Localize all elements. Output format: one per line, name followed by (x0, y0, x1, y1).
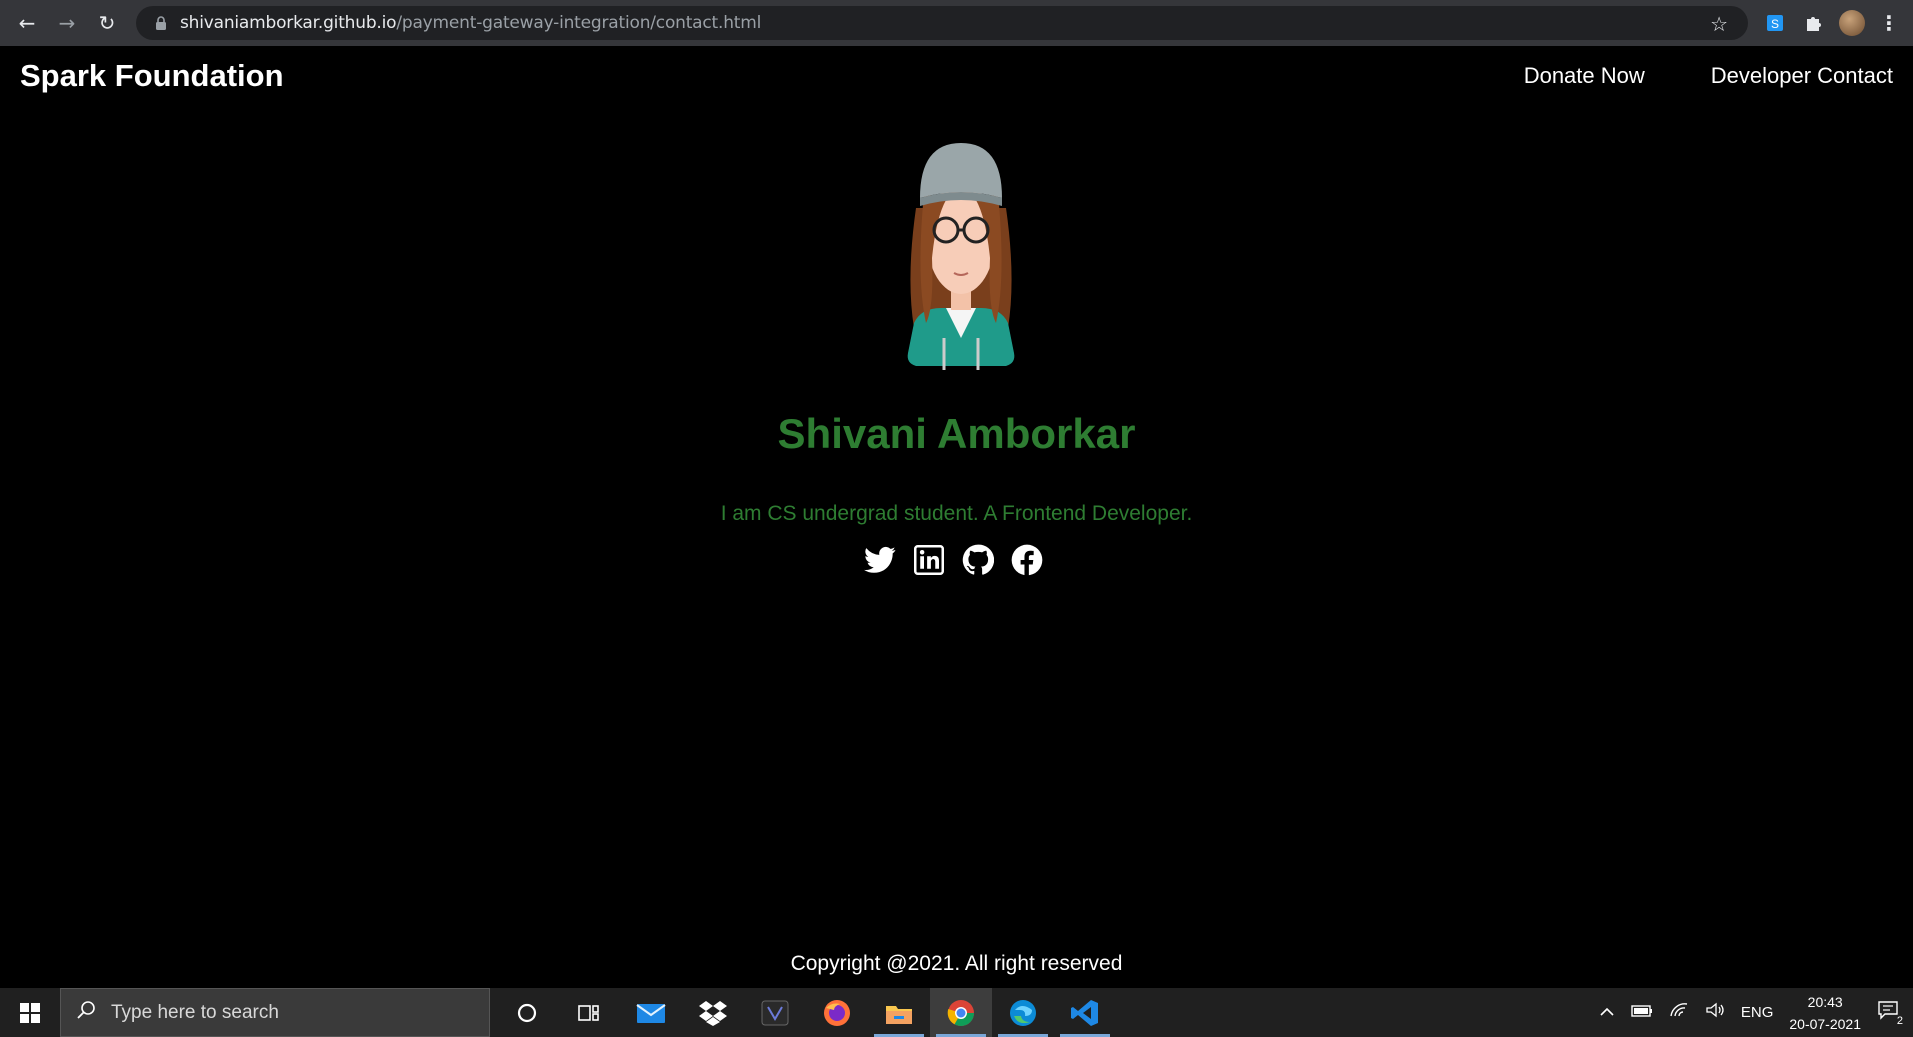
task-view-icon[interactable] (558, 988, 620, 1037)
edge-icon[interactable] (992, 988, 1054, 1037)
cortana-icon[interactable] (496, 988, 558, 1037)
facebook-icon[interactable] (1011, 544, 1043, 576)
taskbar-apps (496, 988, 1116, 1037)
notification-icon[interactable]: 2 (1877, 1000, 1905, 1027)
taskbar-search-box[interactable]: Type here to search (60, 988, 490, 1037)
forward-button[interactable]: → (50, 6, 84, 40)
firefox-icon[interactable] (806, 988, 868, 1037)
svg-text:S: S (1771, 17, 1779, 31)
lock-icon (152, 14, 170, 32)
reload-button[interactable]: ↻ (90, 6, 124, 40)
mail-icon[interactable] (620, 988, 682, 1037)
search-icon (77, 1000, 97, 1025)
puzzle-extensions-icon[interactable] (1801, 11, 1825, 35)
notification-count: 2 (1894, 1015, 1905, 1027)
system-clock[interactable]: 20:43 20-07-2021 (1789, 991, 1861, 1035)
nav-developer-contact[interactable]: Developer Contact (1711, 63, 1913, 89)
bookmark-star-icon[interactable]: ☆ (1710, 12, 1728, 36)
site-nav: Donate Now Developer Contact (1524, 63, 1913, 89)
developer-avatar (907, 143, 1015, 370)
github-icon[interactable] (962, 544, 994, 576)
social-links (864, 544, 1043, 576)
start-windows-icon[interactable] (0, 988, 60, 1037)
developer-name: Shivani Amborkar (777, 410, 1136, 457)
chrome-menu-icon[interactable]: ⋮ (1879, 11, 1899, 35)
translate-extension-icon[interactable]: S (1763, 11, 1787, 35)
clock-date: 20-07-2021 (1789, 1015, 1861, 1032)
chevron-up-icon[interactable] (1599, 1004, 1615, 1022)
windows-taskbar: Type here to search ENG 20:43 20-07-2021… (0, 988, 1913, 1037)
linkedin-icon[interactable] (913, 544, 945, 576)
address-bar[interactable]: shivaniamborkar.github.io/payment-gatewa… (136, 6, 1748, 40)
predator-icon[interactable] (744, 988, 806, 1037)
dropbox-icon[interactable] (682, 988, 744, 1037)
browser-toolbar: ← → ↻ shivaniamborkar.github.io/payment-… (0, 0, 1913, 46)
brand-logo-text[interactable]: Spark Foundation (20, 58, 284, 94)
vscode-icon[interactable] (1054, 988, 1116, 1037)
site-header: Spark Foundation Donate Now Developer Co… (0, 46, 1913, 106)
url-text: shivaniamborkar.github.io/payment-gatewa… (180, 13, 761, 33)
language-indicator[interactable]: ENG (1741, 1004, 1774, 1021)
url-path: /payment-gateway-integration/contact.htm… (396, 13, 762, 33)
wifi-icon[interactable] (1669, 1002, 1689, 1023)
system-tray: ENG 20:43 20-07-2021 2 (1599, 988, 1913, 1037)
back-button[interactable]: ← (10, 6, 44, 40)
clock-time: 20:43 (1807, 993, 1843, 1010)
battery-icon[interactable] (1631, 1004, 1653, 1022)
twitter-icon[interactable] (864, 544, 896, 576)
url-domain: shivaniamborkar.github.io (180, 13, 397, 33)
extensions-area: S ⋮ (1763, 0, 1913, 46)
copyright-footer: Copyright @2021. All right reserved (790, 952, 1123, 975)
file-explorer-icon[interactable] (868, 988, 930, 1037)
volume-icon[interactable] (1705, 1002, 1725, 1023)
profile-avatar[interactable] (1839, 10, 1865, 36)
search-placeholder: Type here to search (111, 1001, 279, 1023)
chrome-icon[interactable] (930, 988, 992, 1037)
developer-bio: I am CS undergrad student. A Frontend De… (720, 502, 1193, 525)
nav-donate-now[interactable]: Donate Now (1524, 63, 1665, 89)
